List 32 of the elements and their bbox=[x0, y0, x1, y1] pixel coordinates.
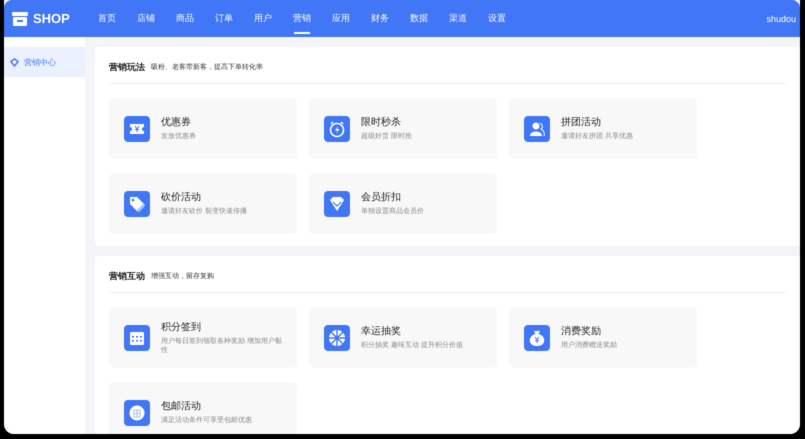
alarm-clock-icon bbox=[324, 116, 350, 142]
nav-tab[interactable]: 数据 bbox=[408, 0, 430, 37]
nav-tab[interactable]: 首页 bbox=[96, 0, 118, 37]
user-name[interactable]: shudou bbox=[766, 14, 796, 24]
wheel-icon bbox=[324, 324, 350, 350]
store-icon bbox=[12, 12, 28, 26]
people-icon bbox=[524, 116, 550, 142]
nav-tab[interactable]: 订单 bbox=[213, 0, 235, 37]
calendar-icon bbox=[124, 324, 150, 350]
sidebar-item[interactable]: 营销中心 bbox=[4, 47, 85, 77]
card-title: 会员折扣 bbox=[361, 190, 402, 204]
nav-tab[interactable]: 商品 bbox=[174, 0, 196, 37]
card-title: 优惠券 bbox=[161, 116, 192, 130]
nav-tab[interactable]: 用户 bbox=[252, 0, 274, 37]
nav-tab[interactable]: 应用 bbox=[330, 0, 352, 37]
section-title: 营销互动 bbox=[109, 270, 145, 282]
card-title: 拼团活动 bbox=[561, 116, 602, 130]
money-bag-icon bbox=[524, 324, 550, 350]
nav-tab[interactable]: 财务 bbox=[369, 0, 391, 37]
card-title: 砍价活动 bbox=[161, 191, 202, 204]
card-title: 包邮活动 bbox=[161, 400, 202, 414]
section-title: 营销玩法 bbox=[109, 60, 145, 74]
ticket-icon bbox=[124, 116, 150, 142]
card-title: 积分签到 bbox=[161, 320, 202, 334]
nav-tab[interactable]: 店铺 bbox=[135, 0, 157, 37]
card-title: 消费奖励 bbox=[561, 324, 602, 338]
logo-text: SHOP bbox=[33, 11, 70, 26]
card-title: 幸运抽奖 bbox=[361, 324, 402, 338]
tag-icon bbox=[124, 190, 150, 216]
nav-tab[interactable]: 渠道 bbox=[447, 0, 469, 37]
nav-tab[interactable]: 设置 bbox=[486, 0, 508, 37]
card-title: 限时秒杀 bbox=[361, 116, 402, 130]
